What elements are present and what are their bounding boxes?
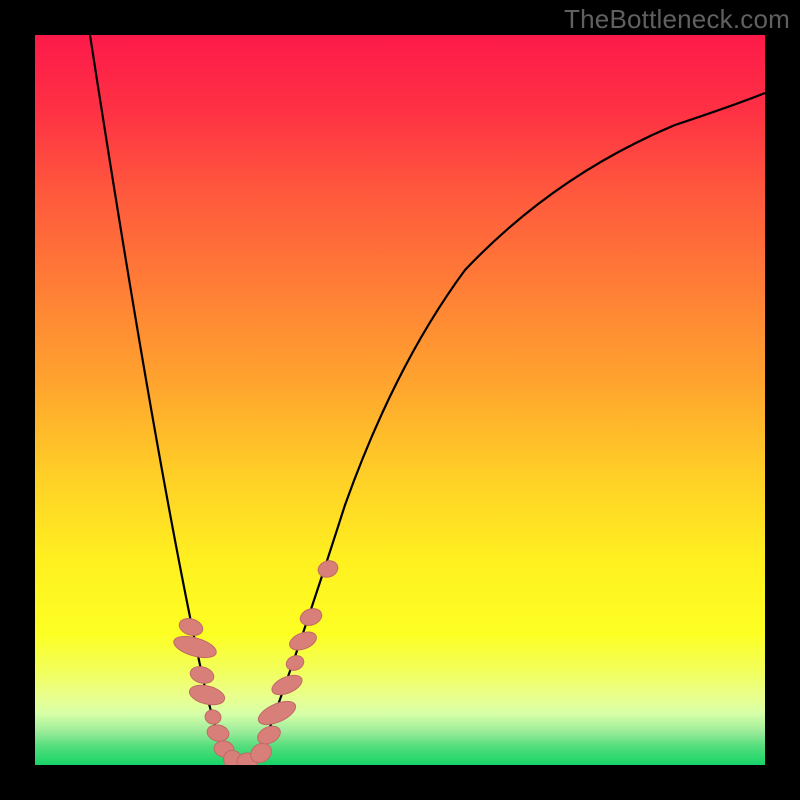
bead [298, 606, 324, 629]
chart-frame: TheBottleneck.com [0, 0, 800, 800]
beads-group [171, 558, 340, 765]
watermark-text: TheBottleneck.com [564, 4, 790, 35]
bead [188, 664, 215, 686]
bead [204, 708, 223, 725]
bead [177, 616, 205, 639]
bead [316, 558, 340, 580]
bead [287, 629, 319, 654]
bead [206, 723, 231, 743]
bead [255, 697, 299, 730]
bead [269, 671, 305, 698]
bead [187, 682, 226, 708]
bead [284, 653, 306, 673]
curve-layer [35, 35, 765, 765]
plot-area [35, 35, 765, 765]
